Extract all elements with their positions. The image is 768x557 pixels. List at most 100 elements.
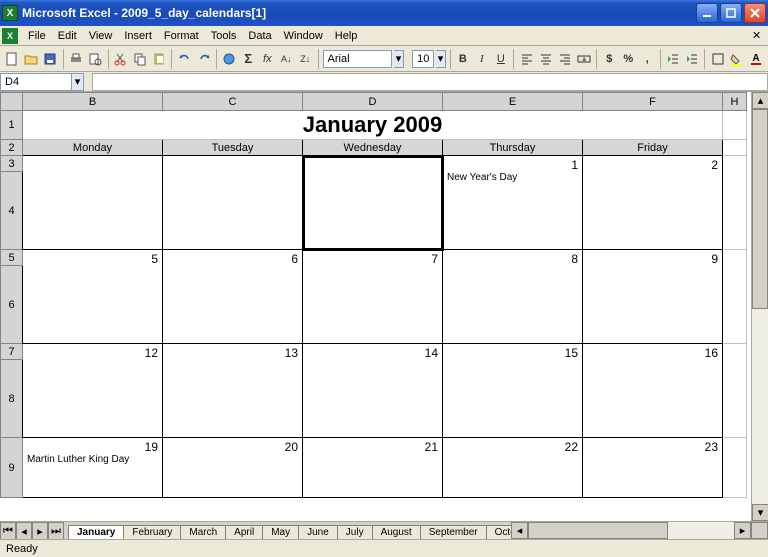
- menu-window[interactable]: Window: [278, 28, 329, 44]
- maximize-button[interactable]: [720, 3, 742, 23]
- align-right-button[interactable]: [556, 48, 573, 70]
- font-size-select[interactable]: 10: [412, 50, 434, 68]
- calendar-cell[interactable]: [163, 156, 303, 250]
- calendar-cell[interactable]: 9: [583, 250, 723, 344]
- save-button[interactable]: [42, 48, 59, 70]
- calendar-cell[interactable]: 15: [443, 344, 583, 438]
- row-header[interactable]: 9: [1, 438, 23, 498]
- menu-edit[interactable]: Edit: [52, 28, 83, 44]
- sheet-tab-february[interactable]: February: [123, 525, 181, 539]
- col-header-b[interactable]: B: [23, 93, 163, 111]
- comma-button[interactable]: ,: [639, 48, 656, 70]
- menu-tools[interactable]: Tools: [205, 28, 243, 44]
- borders-button[interactable]: [709, 48, 726, 70]
- font-size-dropdown[interactable]: ▾: [436, 50, 445, 68]
- sheet-tab-august[interactable]: August: [372, 525, 421, 539]
- col-header-h[interactable]: H: [723, 93, 747, 111]
- calendar-cell[interactable]: 14: [303, 344, 443, 438]
- menu-file[interactable]: File: [22, 28, 52, 44]
- currency-button[interactable]: $: [601, 48, 618, 70]
- sheet-tab-january[interactable]: January: [68, 525, 124, 539]
- sheet-tab-april[interactable]: April: [225, 525, 263, 539]
- scroll-down-button[interactable]: ▾: [752, 504, 768, 521]
- new-button[interactable]: [4, 48, 21, 70]
- sheet-tab-september[interactable]: September: [420, 525, 487, 539]
- select-all-corner[interactable]: [1, 93, 23, 111]
- calendar-cell[interactable]: 13: [163, 344, 303, 438]
- calendar-cell[interactable]: 12: [23, 344, 163, 438]
- sheet-tab-march[interactable]: March: [180, 525, 226, 539]
- day-header[interactable]: Tuesday: [163, 140, 303, 156]
- row-header[interactable]: 3: [1, 156, 23, 172]
- increase-indent-button[interactable]: [683, 48, 700, 70]
- calendar-cell[interactable]: 2: [583, 156, 723, 250]
- day-header[interactable]: Wednesday: [303, 140, 443, 156]
- print-preview-button[interactable]: [87, 48, 104, 70]
- day-header[interactable]: Monday: [23, 140, 163, 156]
- calendar-cell[interactable]: 7: [303, 250, 443, 344]
- scroll-thumb[interactable]: [752, 109, 768, 309]
- calendar-cell[interactable]: 23: [583, 438, 723, 498]
- close-doc-button[interactable]: ✕: [752, 29, 766, 43]
- menu-format[interactable]: Format: [158, 28, 205, 44]
- name-box[interactable]: D4: [0, 73, 72, 91]
- row-header[interactable]: 1: [1, 111, 23, 140]
- row-header[interactable]: 7: [1, 344, 23, 360]
- formula-input[interactable]: [92, 73, 768, 91]
- calendar-cell[interactable]: 20: [163, 438, 303, 498]
- calendar-cell[interactable]: 21: [303, 438, 443, 498]
- row-header[interactable]: 4: [1, 172, 23, 250]
- percent-button[interactable]: %: [620, 48, 637, 70]
- function-button[interactable]: fx: [259, 48, 276, 70]
- sort-desc-button[interactable]: Z↓: [297, 48, 314, 70]
- col-header-f[interactable]: F: [583, 93, 723, 111]
- fill-color-button[interactable]: [728, 48, 745, 70]
- font-name-select[interactable]: Arial: [323, 50, 393, 68]
- copy-button[interactable]: [131, 48, 148, 70]
- name-box-dropdown[interactable]: ▾: [72, 73, 84, 91]
- decrease-indent-button[interactable]: [665, 48, 682, 70]
- close-button[interactable]: [744, 3, 766, 23]
- scroll-right-button[interactable]: ▸: [734, 522, 751, 539]
- row-header[interactable]: 8: [1, 360, 23, 438]
- underline-button[interactable]: U: [492, 48, 509, 70]
- undo-button[interactable]: [176, 48, 193, 70]
- menu-data[interactable]: Data: [242, 28, 277, 44]
- hyperlink-button[interactable]: [221, 48, 238, 70]
- calendar-cell[interactable]: 22: [443, 438, 583, 498]
- open-button[interactable]: [23, 48, 40, 70]
- month-title[interactable]: January 2009: [23, 111, 723, 140]
- row-header[interactable]: 6: [1, 266, 23, 344]
- calendar-cell[interactable]: 6: [163, 250, 303, 344]
- calendar-cell[interactable]: 5: [23, 250, 163, 344]
- col-header-e[interactable]: E: [443, 93, 583, 111]
- scroll-track[interactable]: [752, 309, 768, 504]
- scroll-left-button[interactable]: ◂: [511, 522, 528, 539]
- menu-view[interactable]: View: [83, 28, 119, 44]
- autosum-button[interactable]: Σ: [240, 48, 257, 70]
- menu-help[interactable]: Help: [329, 28, 364, 44]
- print-button[interactable]: [68, 48, 85, 70]
- row-header[interactable]: 2: [1, 140, 23, 156]
- redo-button[interactable]: [195, 48, 212, 70]
- font-color-button[interactable]: A: [747, 48, 764, 70]
- col-header-d[interactable]: D: [303, 93, 443, 111]
- calendar-cell[interactable]: 16: [583, 344, 723, 438]
- day-header[interactable]: Thursday: [443, 140, 583, 156]
- menu-insert[interactable]: Insert: [118, 28, 158, 44]
- day-header[interactable]: Friday: [583, 140, 723, 156]
- bold-button[interactable]: B: [454, 48, 471, 70]
- calendar-cell[interactable]: 1New Year's Day: [443, 156, 583, 250]
- calendar-cell[interactable]: 19Martin Luther King Day: [23, 438, 163, 498]
- sheet-prev-button[interactable]: ◂: [16, 522, 32, 540]
- calendar-cell-selected[interactable]: [303, 156, 443, 250]
- align-left-button[interactable]: [518, 48, 535, 70]
- horizontal-scrollbar[interactable]: ◂ ▸: [511, 522, 751, 539]
- spreadsheet-grid[interactable]: B C D E F H 1 January 2009 2 Monday Tues…: [0, 92, 747, 498]
- sheet-next-button[interactable]: ▸: [32, 522, 48, 540]
- font-name-dropdown[interactable]: ▾: [394, 50, 403, 68]
- calendar-cell[interactable]: [23, 156, 163, 250]
- sheet-tab-july[interactable]: July: [337, 525, 373, 539]
- paste-button[interactable]: [150, 48, 167, 70]
- col-header-c[interactable]: C: [163, 93, 303, 111]
